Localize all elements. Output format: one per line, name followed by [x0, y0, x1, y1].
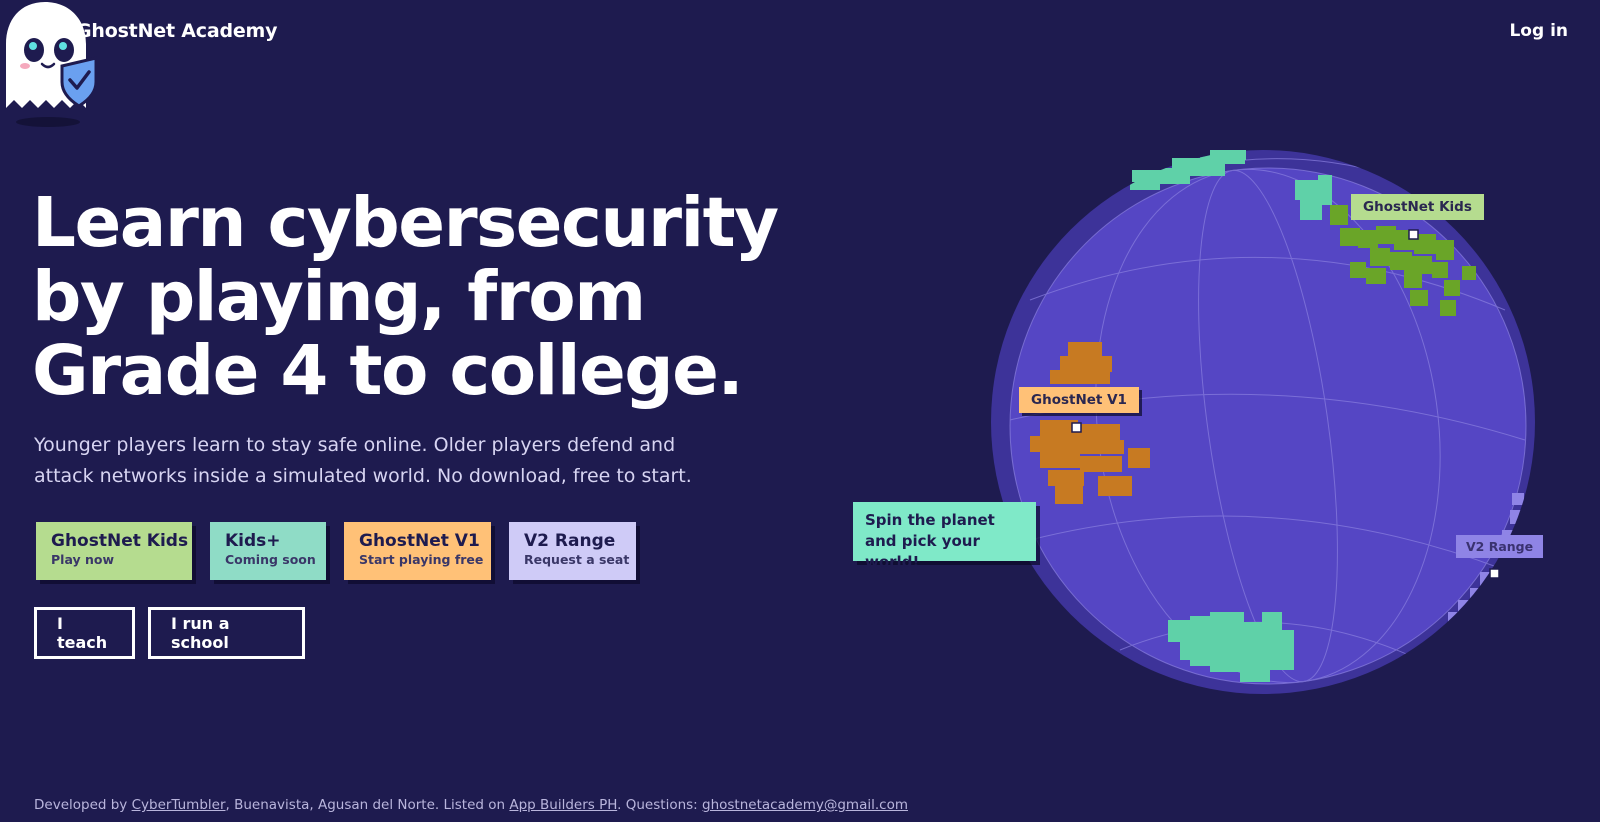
footer-location: , Buenavista, Agusan del Norte. Listed o…: [225, 797, 510, 813]
globe-label-v2-range[interactable]: V2 Range: [1456, 535, 1544, 558]
footer-questions: . Questions:: [617, 797, 703, 813]
globe-label-ghostnet-v1[interactable]: GhostNet V1: [1019, 387, 1139, 413]
globe[interactable]: [0, 0, 1600, 822]
pin-ghostnet-kids: [1408, 229, 1419, 240]
pin-v2-range: [1489, 568, 1500, 579]
pin-ghostnet-v1: [1071, 422, 1082, 433]
globe-area: GhostNet Kids GhostNet V1 V2 Range Spin …: [0, 0, 1600, 822]
footer: Developed by CyberTumbler, Buenavista, A…: [34, 797, 908, 813]
globe-label-ghostnet-kids[interactable]: GhostNet Kids: [1351, 194, 1484, 220]
listing-link[interactable]: App Builders PH: [509, 797, 617, 813]
developer-link[interactable]: CyberTumbler: [132, 797, 226, 813]
footer-prefix: Developed by: [34, 797, 132, 813]
email-link[interactable]: ghostnetacademy@gmail.com: [702, 797, 908, 813]
